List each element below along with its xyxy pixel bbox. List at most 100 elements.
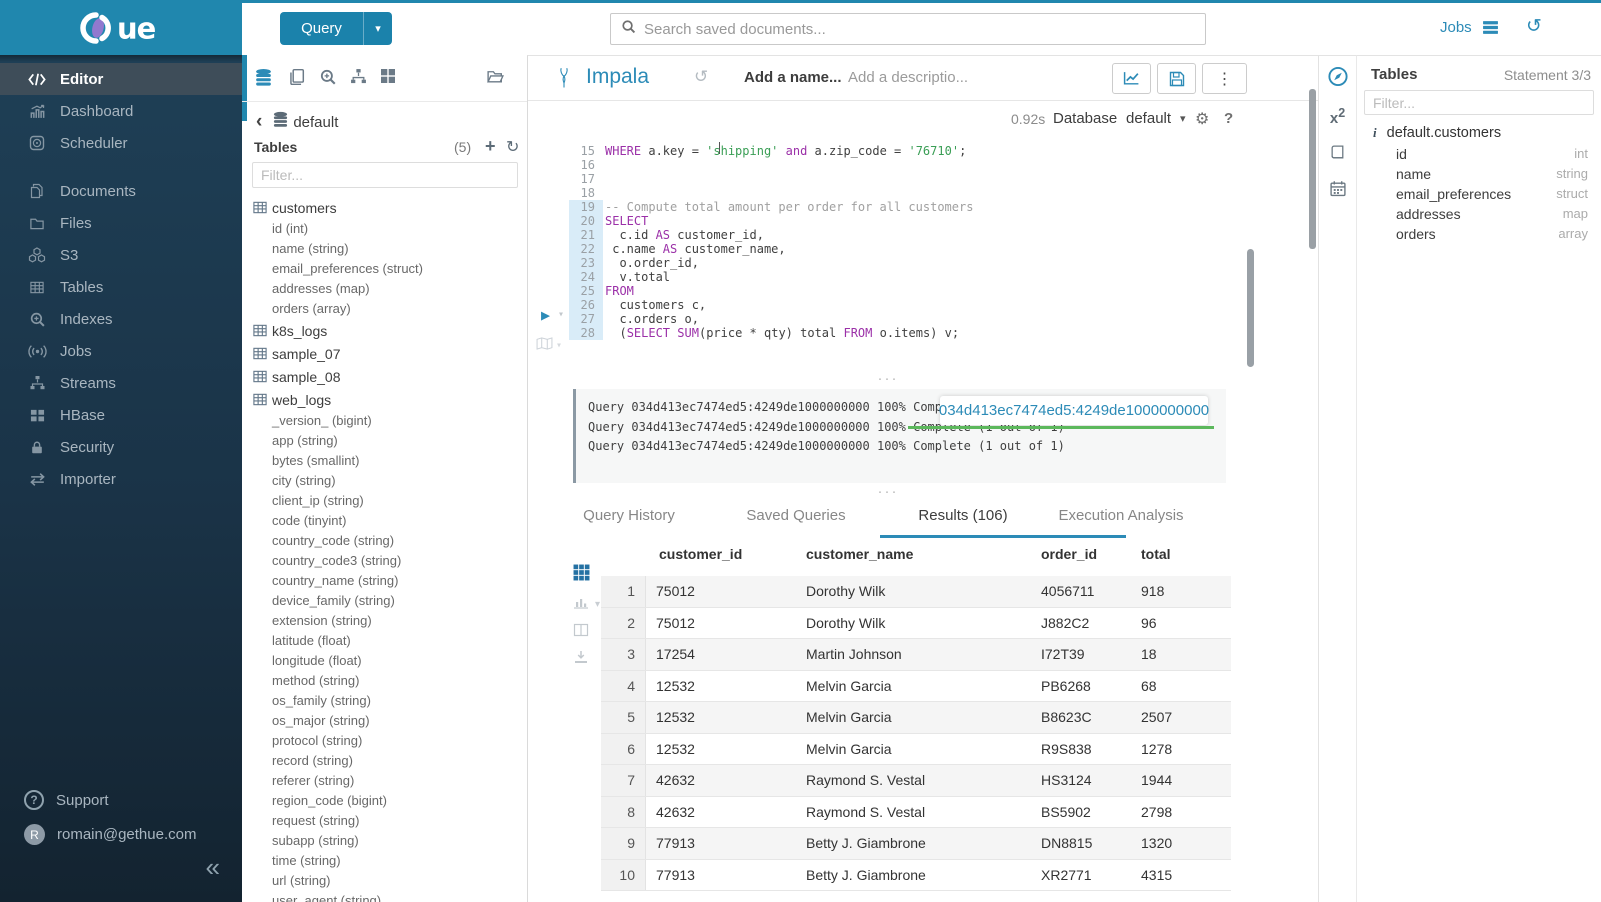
column-item[interactable]: extension (string) [252, 611, 527, 631]
more-actions-button[interactable]: ⋮ [1202, 63, 1247, 94]
column-item[interactable]: record (string) [252, 751, 527, 771]
column-item[interactable]: user_agent (string) [252, 891, 527, 902]
active-table-row[interactable]: i default.customers [1357, 122, 1501, 144]
new-query-button[interactable]: Query ▾ [280, 12, 392, 45]
sidebar-item-jobs[interactable]: Jobs [0, 335, 242, 367]
hue-logo[interactable]: ue [0, 0, 242, 55]
execute-options-icon[interactable]: ▾ [558, 309, 564, 320]
download-icon[interactable] [573, 650, 589, 669]
column-item[interactable]: client_ip (string) [252, 491, 527, 511]
column-item[interactable]: url (string) [252, 871, 527, 891]
table-item-customers[interactable]: customers [252, 196, 527, 219]
column-item[interactable]: city (string) [252, 471, 527, 491]
table-row[interactable]: 412532Melvin GarciaPB626868 [601, 671, 1231, 703]
jobs-link[interactable]: Jobs [1440, 19, 1472, 36]
chevron-down-icon[interactable]: ▾ [1180, 112, 1186, 125]
column-item[interactable]: bytes (smallint) [252, 451, 527, 471]
column-item[interactable]: referer (string) [252, 771, 527, 791]
user-account[interactable]: R romain@gethue.com [24, 824, 196, 845]
editor-history-icon[interactable]: ↺ [694, 67, 708, 87]
language-reference-icon[interactable] [1329, 144, 1346, 166]
column-item[interactable]: method (string) [252, 671, 527, 691]
search-input[interactable] [644, 21, 1195, 38]
table-row[interactable]: 1077913Betty J. GiambroneXR27714315 [601, 860, 1231, 892]
column-item[interactable]: country_code3 (string) [252, 551, 527, 571]
table-item-k8s-logs[interactable]: k8s_logs [252, 319, 527, 342]
column-item[interactable]: id (int) [252, 219, 527, 239]
column-header-order-id[interactable]: order_id [1041, 546, 1097, 562]
column-item[interactable]: country_code (string) [252, 531, 527, 551]
table-item-web-logs[interactable]: web_logs [252, 388, 527, 411]
editor-scrollbar[interactable] [1247, 249, 1254, 367]
folder-open-icon[interactable] [486, 68, 505, 90]
column-row-email-preferences[interactable]: email_preferencesstruct [1357, 184, 1601, 204]
column-header-customer-name[interactable]: customer_name [806, 546, 913, 562]
sidebar-item-dashboard[interactable]: Dashboard [0, 95, 242, 127]
chevron-down-icon[interactable]: ▾ [363, 12, 392, 45]
sidebar-item-importer[interactable]: Importer [0, 463, 242, 495]
column-item[interactable]: longitude (float) [252, 651, 527, 671]
assistant-compass-icon[interactable] [1327, 66, 1348, 92]
column-item[interactable]: code (tinyint) [252, 511, 527, 531]
table-item-sample-08[interactable]: sample_08 [252, 365, 527, 388]
table-row[interactable]: 317254Martin JohnsonI72T3918 [601, 639, 1231, 671]
tab-execution-analysis[interactable]: Execution Analysis [1058, 507, 1183, 524]
tab-saved-queries[interactable]: Saved Queries [746, 507, 845, 524]
apps-grid-icon[interactable] [380, 68, 396, 89]
chevron-down-icon[interactable]: ▾ [556, 340, 562, 351]
sidebar-item-support[interactable]: ? Support [24, 790, 109, 810]
column-item[interactable]: os_major (string) [252, 711, 527, 731]
column-item[interactable]: latitude (float) [252, 631, 527, 651]
help-icon[interactable]: ? [1224, 110, 1233, 127]
databases-icon[interactable] [254, 68, 273, 92]
functions-icon[interactable]: x2 [1330, 106, 1345, 127]
columns-icon[interactable] [573, 623, 589, 642]
column-row-orders[interactable]: ordersarray [1357, 224, 1601, 244]
sidebar-item-documents[interactable]: Documents [0, 175, 242, 207]
documents-assist-icon[interactable] [287, 68, 305, 91]
column-item[interactable]: orders (array) [252, 299, 527, 319]
resize-handle[interactable]: ··· [528, 487, 1248, 497]
schedule-calendar-icon[interactable] [1329, 180, 1346, 202]
table-row[interactable]: 275012Dorothy WilkJ882C296 [601, 608, 1231, 640]
sidebar-item-security[interactable]: Security [0, 431, 242, 463]
query-description-field[interactable]: Add a descriptio... [848, 69, 968, 86]
table-row[interactable]: 742632Raymond S. VestalHS31241944 [601, 765, 1231, 797]
column-row-id[interactable]: idint [1357, 144, 1601, 164]
column-item[interactable]: country_name (string) [252, 571, 527, 591]
sidebar-item-scheduler[interactable]: Scheduler [0, 127, 242, 159]
explain-map-icon[interactable] [536, 337, 553, 353]
column-item[interactable]: time (string) [252, 851, 527, 871]
column-item[interactable]: _version_ (bigint) [252, 411, 527, 431]
column-item[interactable]: device_family (string) [252, 591, 527, 611]
column-item[interactable]: request (string) [252, 811, 527, 831]
column-row-name[interactable]: namestring [1357, 164, 1601, 184]
database-select[interactable]: default [1126, 110, 1171, 127]
column-row-addresses[interactable]: addressesmap [1357, 204, 1601, 224]
sidebar-item-s3[interactable]: S3 [0, 239, 242, 271]
table-row[interactable]: 612532Melvin GarciaR9S8381278 [601, 734, 1231, 766]
gear-icon[interactable]: ⚙ [1195, 109, 1209, 129]
search-plus-icon[interactable] [319, 68, 337, 91]
save-button[interactable] [1157, 63, 1196, 94]
column-item[interactable]: name (string) [252, 239, 527, 259]
sidebar-item-files[interactable]: Files [0, 207, 242, 239]
execute-button[interactable]: ▶ [541, 306, 550, 324]
sidebar-item-indexes[interactable]: Indexes [0, 303, 242, 335]
sitemap-icon[interactable] [350, 68, 367, 90]
tab-query-history[interactable]: Query History [583, 507, 675, 524]
table-row[interactable]: 512532Melvin GarciaB8623C2507 [601, 702, 1231, 734]
query-name-field[interactable]: Add a name... [744, 69, 842, 86]
sidebar-item-editor[interactable]: Editor [0, 63, 242, 95]
column-header-customer-id[interactable]: customer_id [659, 546, 742, 562]
engine-name[interactable]: Impala [586, 65, 649, 89]
resize-handle[interactable]: ··· [528, 374, 1248, 384]
column-item[interactable]: addresses (map) [252, 279, 527, 299]
column-item[interactable]: region_code (bigint) [252, 791, 527, 811]
refresh-icon[interactable]: ↻ [506, 137, 519, 157]
sidebar-item-hbase[interactable]: HBase [0, 399, 242, 431]
info-icon[interactable]: i [1373, 125, 1377, 141]
column-item[interactable]: subapp (string) [252, 831, 527, 851]
chevron-down-icon[interactable]: ▾ [595, 599, 600, 610]
column-item[interactable]: app (string) [252, 431, 527, 451]
